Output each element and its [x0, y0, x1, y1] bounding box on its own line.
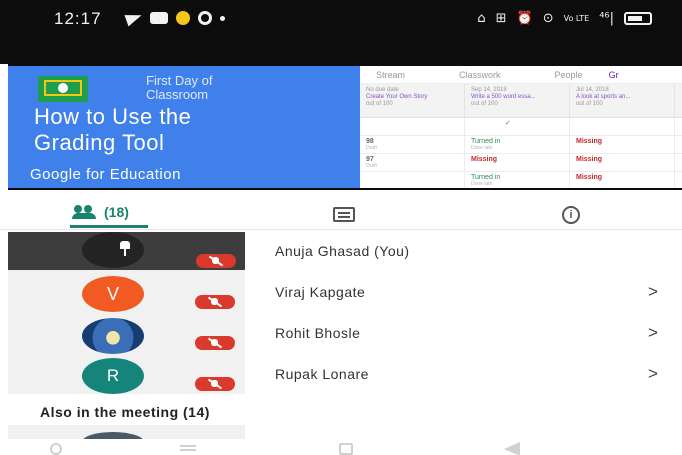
- people-icon: [72, 205, 96, 219]
- vibrate-icon: ⊞: [495, 11, 507, 26]
- grades-column: No due date Create Your Own Story out of…: [360, 84, 465, 117]
- participant-row[interactable]: Anuja Ghasad (You): [275, 232, 670, 272]
- sync-icon: [198, 11, 212, 25]
- volte-icon: Vo LTE: [563, 14, 590, 23]
- send-icon: [124, 9, 144, 27]
- tab-people[interactable]: (18): [72, 204, 129, 220]
- slide-tag-line2: Classroom: [146, 87, 209, 102]
- grades-tab: Stream: [376, 69, 406, 80]
- active-tab-indicator: [70, 225, 148, 228]
- grades-tab: Gr: [608, 69, 619, 80]
- participant-tile: [8, 425, 245, 439]
- chevron-right-icon[interactable]: >: [648, 323, 658, 343]
- more-dot-icon: [220, 15, 225, 21]
- status-left-icons: [124, 9, 225, 27]
- participant-row[interactable]: Rohit Bhosle >: [275, 314, 670, 354]
- slide-brand: Google for Education: [30, 166, 181, 183]
- slide-title-line2: Grading Tool: [34, 130, 165, 155]
- grades-tab: Classwork: [459, 69, 501, 80]
- check-icon: ✓: [505, 120, 511, 127]
- classroom-logo-icon: [38, 76, 88, 102]
- alarm-icon: ⏰: [516, 11, 533, 26]
- avatar: R: [82, 358, 144, 394]
- avatar: V: [82, 276, 144, 312]
- slide-tag: First Day of Classroom: [146, 74, 212, 102]
- grades-column: Jul 14, 2018 A look at sports an... out …: [570, 84, 675, 117]
- hotspot-icon: ⊙: [542, 11, 554, 26]
- participant-tiles: V R: [8, 232, 245, 394]
- grades-table-screenshot: Stream Classwork People Gr No due date C…: [360, 66, 682, 188]
- grades-row: ✓: [360, 118, 682, 136]
- chat-icon[interactable]: [333, 207, 355, 222]
- slide-title-line1: How to Use the: [34, 104, 192, 129]
- menu-icon[interactable]: [180, 445, 196, 447]
- grades-tabs: Stream Classwork People Gr: [360, 66, 682, 84]
- grades-column: Sep 14, 2018 Write a 500 word essa... ou…: [465, 84, 570, 117]
- chevron-right-icon[interactable]: >: [648, 282, 658, 302]
- assistant-icon[interactable]: [50, 443, 62, 455]
- back-icon[interactable]: [504, 442, 520, 455]
- mic-off-icon: [195, 295, 235, 309]
- mic-off-icon: [195, 336, 235, 350]
- status-time: 12:17: [54, 9, 102, 28]
- battery-icon: [624, 12, 652, 25]
- participant-name: Rupak Lonare: [275, 366, 369, 382]
- participant-name: Anuja Ghasad (You): [275, 243, 410, 259]
- shared-screen-video[interactable]: First Day of Classroom How to Use the Gr…: [8, 64, 682, 190]
- slide-title: How to Use the Grading Tool: [34, 104, 191, 156]
- participant-row[interactable]: Rupak Lonare >: [275, 355, 670, 395]
- android-nav-bar: [0, 439, 682, 455]
- participant-name: Viraj Kapgate: [275, 284, 366, 300]
- avatar: [82, 232, 144, 268]
- grades-tab: People: [554, 69, 583, 80]
- notification-dot-icon: [176, 11, 190, 25]
- presenting-icon: [120, 241, 130, 256]
- presentation-slide: First Day of Classroom How to Use the Gr…: [8, 66, 360, 188]
- grades-header-row: No due date Create Your Own Story out of…: [360, 84, 682, 118]
- home-icon[interactable]: [339, 443, 353, 455]
- meet-screen: 12:17 ⌂ ⊞ ⏰ ⊙ Vo LTE ⁴⁶| First Day of Cl…: [0, 0, 682, 455]
- grades-row: 97 Draft Missing Missing: [360, 154, 682, 172]
- info-icon[interactable]: i: [562, 206, 580, 224]
- grades-row: Turned in Done late Missing: [360, 172, 682, 188]
- mic-off-icon: [196, 254, 236, 268]
- also-in-meeting-heading: Also in the meeting (14): [40, 404, 210, 420]
- avatar: [82, 432, 144, 439]
- chevron-right-icon[interactable]: >: [648, 364, 658, 384]
- grades-row: 98 Draft Turned in Done late Missing: [360, 136, 682, 154]
- mic-off-icon: [195, 377, 235, 391]
- people-count: (18): [104, 204, 129, 220]
- avatar: [82, 318, 144, 354]
- status-bar: 12:17 ⌂ ⊞ ⏰ ⊙ Vo LTE ⁴⁶|: [0, 0, 682, 64]
- status-right-icons: ⌂ ⊞ ⏰ ⊙ Vo LTE ⁴⁶|: [477, 11, 652, 26]
- signal-icon: ⁴⁶|: [599, 11, 614, 26]
- participant-row[interactable]: Viraj Kapgate >: [275, 273, 670, 313]
- message-icon: [150, 12, 168, 24]
- slide-tag-line1: First Day of: [146, 73, 213, 88]
- meeting-tab-bar: (18) i: [0, 200, 682, 230]
- headset-icon: ⌂: [477, 11, 486, 26]
- participant-name: Rohit Bhosle: [275, 325, 361, 341]
